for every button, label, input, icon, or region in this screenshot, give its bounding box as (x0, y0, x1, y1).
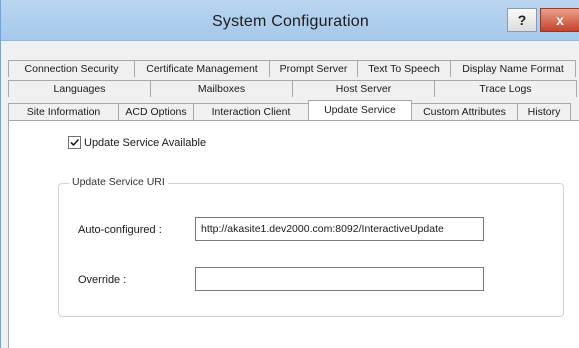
update-service-uri-group: Update Service URI Auto-configured : Ove… (58, 176, 564, 317)
tab-row-2: Languages Mailboxes Host Server Trace Lo… (8, 80, 577, 97)
help-button[interactable]: ? (507, 8, 537, 32)
tab-update-service[interactable]: Update Service (308, 100, 412, 120)
update-service-panel: Update Service Available Update Service … (8, 120, 579, 348)
auto-configured-label: Auto-configured : (78, 224, 162, 236)
update-service-available-option[interactable]: Update Service Available (68, 136, 206, 149)
window-title: System Configuration (212, 13, 369, 30)
tab-host-server[interactable]: Host Server (292, 80, 435, 97)
tab-languages[interactable]: Languages (8, 80, 151, 97)
tab-display-name-format[interactable]: Display Name Format (450, 60, 576, 77)
tab-custom-attributes[interactable]: Custom Attributes (411, 103, 518, 120)
tab-prompt-server[interactable]: Prompt Server (269, 60, 358, 77)
update-service-available-label: Update Service Available (84, 136, 207, 149)
override-label: Override : (78, 274, 127, 286)
tab-connection-security[interactable]: Connection Security (8, 60, 135, 77)
tab-mailboxes[interactable]: Mailboxes (150, 80, 293, 97)
update-service-available-checkbox[interactable] (68, 136, 81, 149)
title-bar[interactable]: System Configuration ? x (1, 0, 579, 41)
tab-row-3: Site Information ACD Options Interaction… (8, 100, 571, 120)
checkmark-icon (70, 138, 80, 147)
tab-acd-options[interactable]: ACD Options (118, 103, 194, 120)
override-field[interactable] (195, 267, 484, 291)
tab-text-to-speech[interactable]: Text To Speech (357, 60, 451, 77)
tab-trace-logs[interactable]: Trace Logs (434, 80, 577, 97)
tab-interaction-client[interactable]: Interaction Client (193, 103, 309, 120)
close-button[interactable]: x (540, 8, 579, 32)
tab-site-information[interactable]: Site Information (8, 103, 119, 120)
tab-row-1: Connection Security Certificate Manageme… (8, 60, 576, 77)
update-service-uri-legend: Update Service URI (69, 176, 168, 188)
auto-configured-field[interactable] (195, 217, 484, 241)
tab-history[interactable]: History (517, 103, 571, 120)
tab-certificate-management[interactable]: Certificate Management (134, 60, 270, 77)
system-configuration-window: System Configuration ? x Connection Secu… (0, 0, 579, 348)
